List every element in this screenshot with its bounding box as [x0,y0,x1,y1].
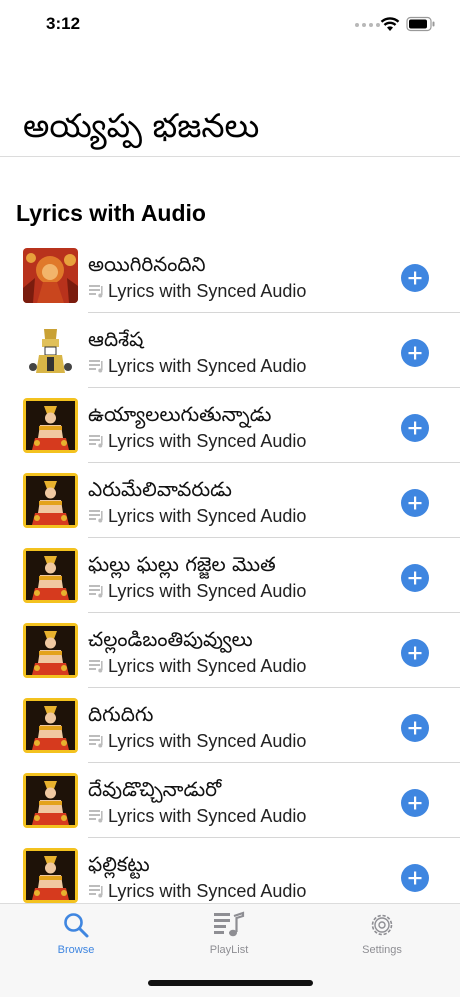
add-to-playlist-button[interactable] [401,339,429,367]
add-to-playlist-button[interactable] [401,264,429,292]
song-title: దిగుదిగు [88,702,154,726]
plus-icon [408,721,422,735]
list-item[interactable]: ఉయ్యాలలుగుతున్నాడు Lyrics with Synced Au… [0,388,460,463]
song-subtitle-text: Lyrics with Synced Audio [108,581,307,601]
song-subtitle: Lyrics with Synced Audio [88,730,306,752]
tab-settings[interactable]: Settings [322,910,442,956]
song-subtitle-text: Lyrics with Synced Audio [108,881,307,901]
song-title: ఉయ్యాలలుగుతున్నాడు [88,402,272,426]
ayyappa-image [23,848,78,903]
plus-icon [408,571,422,585]
plus-icon [408,421,422,435]
ayyappa-image [23,398,78,453]
song-title: ఆదిశేష [88,327,144,351]
lyrics-icon [89,510,103,523]
song-subtitle: Lyrics with Synced Audio [88,805,306,827]
list-item[interactable]: ఎరుమేలివావరుడు Lyrics with Synced Audio [0,463,460,538]
plus-icon [408,871,422,885]
section-header: Lyrics with Audio [16,200,206,226]
song-title: ఎరుమేలివావరుడు [88,477,232,501]
status-bar: 3:12 [0,0,460,50]
song-subtitle-text: Lyrics with Synced Audio [108,431,307,451]
plus-icon [408,796,422,810]
song-subtitle: Lyrics with Synced Audio [88,580,306,602]
lyrics-icon [89,660,103,673]
song-subtitle-text: Lyrics with Synced Audio [108,806,307,826]
list-item[interactable]: అయిగిరినందిని Lyrics with Synced Audio [0,238,460,313]
song-title: ఫల్లికట్టు [88,852,150,876]
plus-icon [408,346,422,360]
add-to-playlist-button[interactable] [401,789,429,817]
search-icon [64,913,89,938]
add-to-playlist-button[interactable] [401,864,429,892]
lyrics-icon [89,435,103,448]
lyrics-icon [89,735,103,748]
tab-playlist[interactable]: PlayList [169,910,289,956]
lyrics-icon [89,360,103,373]
song-subtitle-text: Lyrics with Synced Audio [108,356,307,376]
song-title: ఘల్లు ఘల్లు గజ్జెల మొత [88,552,276,576]
song-subtitle: Lyrics with Synced Audio [88,655,306,677]
tab-label: Browse [57,944,95,956]
wifi-icon [380,17,400,31]
title-divider [0,156,460,157]
gear-icon [371,914,393,936]
ayyappa-image [23,473,78,528]
song-subtitle-text: Lyrics with Synced Audio [108,731,307,751]
home-indicator [148,980,313,986]
tab-label: Settings [362,944,402,956]
lyrics-icon [89,285,103,298]
ayyappa-image [23,548,78,603]
plus-icon [408,646,422,660]
add-to-playlist-button[interactable] [401,564,429,592]
add-to-playlist-button[interactable] [401,639,429,667]
signal-icon [355,23,380,27]
song-subtitle-text: Lyrics with Synced Audio [108,506,307,526]
add-to-playlist-button[interactable] [401,414,429,442]
plus-icon [408,271,422,285]
lyrics-icon [89,810,103,823]
ayyappa-image [23,698,78,753]
tab-browse[interactable]: Browse [16,910,136,956]
song-title: అయిగిరినందిని [88,252,206,276]
song-title: చల్లండిబంతిపువ్వులు [88,627,253,651]
list-item[interactable]: ఆదిశేష Lyrics with Synced Audio [0,313,460,388]
add-to-playlist-button[interactable] [401,714,429,742]
battery-icon [406,16,435,32]
song-subtitle-text: Lyrics with Synced Audio [108,656,307,676]
durga-image [23,248,78,303]
status-time: 3:12 [46,14,81,33]
song-title: దేవుడొచ్చినాడురో [88,777,222,801]
ayyappa-image [23,623,78,678]
song-subtitle: Lyrics with Synced Audio [88,430,306,452]
list-item[interactable]: దేవుడొచ్చినాడురో Lyrics with Synced Audi… [0,763,460,838]
song-subtitle: Lyrics with Synced Audio [88,505,306,527]
song-subtitle: Lyrics with Synced Audio [88,280,306,302]
venkateswara-image [23,323,78,378]
list-item[interactable]: ఘల్లు ఘల్లు గజ్జెల మొత Lyrics with Synce… [0,538,460,613]
list-item[interactable]: చల్లండిబంతిపువ్వులు Lyrics with Synced A… [0,613,460,688]
add-to-playlist-button[interactable] [401,489,429,517]
song-subtitle-text: Lyrics with Synced Audio [108,281,307,301]
ayyappa-image [23,773,78,828]
page-title: అయ్యప్ప భజనలు [23,106,260,145]
playlist-icon [214,911,245,937]
tab-label: PlayList [209,944,249,956]
list-item[interactable]: దిగుదిగు Lyrics with Synced Audio [0,688,460,763]
song-list: అయిగిరినందిని Lyrics with Synced Audio ఆ… [0,238,460,913]
song-subtitle: Lyrics with Synced Audio [88,880,306,902]
lyrics-icon [89,885,103,898]
song-subtitle: Lyrics with Synced Audio [88,355,306,377]
plus-icon [408,496,422,510]
lyrics-icon [89,585,103,598]
list-item[interactable]: ఫల్లికట్టు Lyrics with Synced Audio [0,838,460,913]
